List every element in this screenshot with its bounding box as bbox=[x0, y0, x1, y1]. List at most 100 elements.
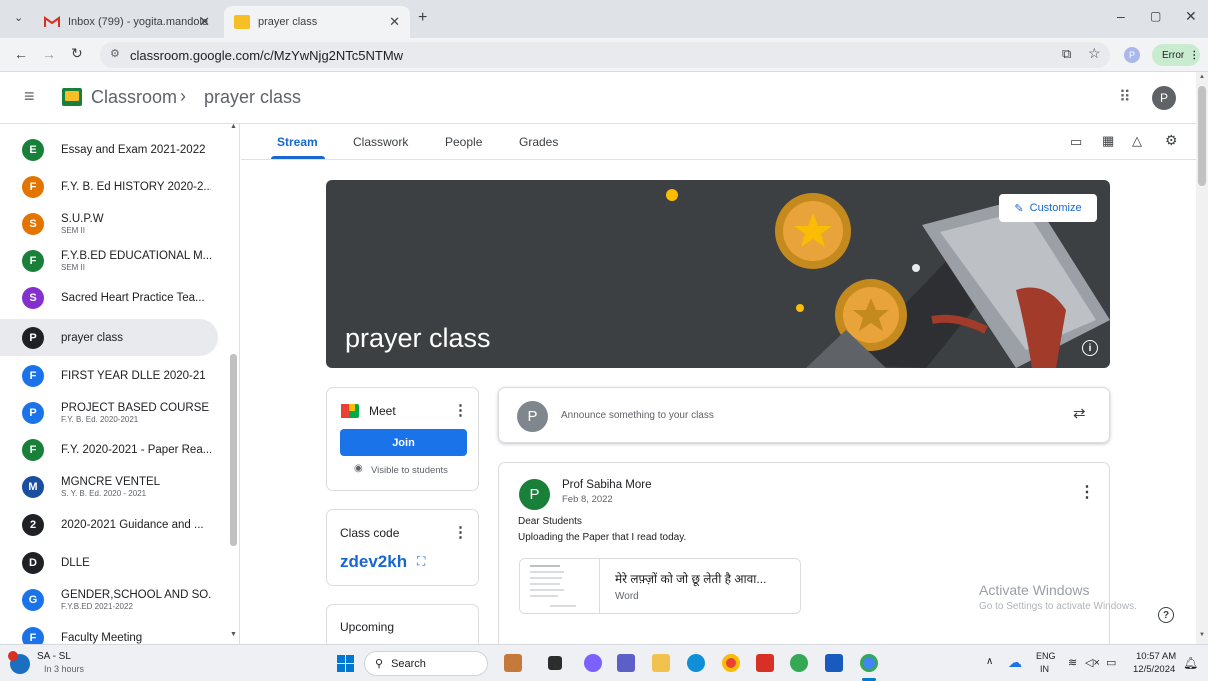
minimize-icon[interactable]: – bbox=[1117, 8, 1125, 24]
restore-icon[interactable]: ▢ bbox=[1150, 9, 1161, 23]
sidebar-item[interactable]: S Sacred Heart Practice Tea... bbox=[0, 279, 218, 316]
clock-time[interactable]: 10:57 AM bbox=[1136, 651, 1176, 662]
address-bar[interactable]: ⚙ classroom.google.com/c/MzYwNjg2NTc5NTM… bbox=[100, 42, 1110, 68]
sidebar-item-label: PROJECT BASED COURSE ... bbox=[61, 401, 211, 414]
wifi-icon[interactable]: ≋ bbox=[1068, 656, 1077, 669]
reload-icon[interactable]: ↻ bbox=[71, 45, 83, 62]
sidebar-item-text: Faculty Meeting bbox=[61, 632, 211, 644]
back-icon[interactable]: ← bbox=[14, 46, 28, 62]
windows-start-icon[interactable] bbox=[337, 655, 354, 672]
file-explorer-icon[interactable] bbox=[652, 654, 670, 672]
chrome-active-icon[interactable] bbox=[860, 654, 878, 672]
sidebar-item[interactable]: F F.Y. B. Ed HISTORY 2020-2... bbox=[0, 168, 218, 205]
browser-tab-strip: ⌄ Inbox (799) - yogita.mandole@ ✕ prayer… bbox=[0, 0, 1208, 38]
sidebar-item[interactable]: 2 2020-2021 Guidance and ... bbox=[0, 506, 218, 543]
class-code-more-icon[interactable]: ⋮ bbox=[453, 523, 468, 541]
weather-title[interactable]: SA - SL bbox=[37, 651, 71, 662]
sidebar-item[interactable]: M MGNCRE VENTEL S. Y. B. Ed. 2020 - 2021 bbox=[0, 468, 218, 505]
chrome-profile-icon[interactable] bbox=[790, 654, 808, 672]
bookmark-star-icon[interactable]: ☆ bbox=[1088, 45, 1101, 62]
word-icon[interactable] bbox=[825, 654, 843, 672]
language-top[interactable]: ENG bbox=[1036, 651, 1056, 661]
help-icon[interactable]: ? bbox=[1158, 607, 1174, 623]
notification-bell-icon[interactable]: 🔔︎ bbox=[1183, 656, 1198, 670]
class-settings-icon[interactable]: ⚙ bbox=[1165, 132, 1178, 149]
post-more-icon[interactable]: ⋮ bbox=[1079, 482, 1095, 502]
taskbar-search-box[interactable]: ⚲ Search bbox=[364, 651, 488, 676]
scroll-down-icon[interactable]: ▼ bbox=[230, 631, 237, 638]
tab-people[interactable]: People bbox=[445, 135, 482, 149]
gmail-icon bbox=[44, 16, 60, 27]
tab-grades[interactable]: Grades bbox=[519, 135, 558, 149]
browser-tab-prayer-class[interactable]: prayer class ✕ bbox=[224, 6, 410, 38]
tab-classwork[interactable]: Classwork bbox=[353, 135, 408, 149]
apps-grid-icon[interactable]: ⠿ bbox=[1119, 87, 1131, 107]
tab-stream[interactable]: Stream bbox=[277, 135, 318, 149]
calendar-icon[interactable]: ▦ bbox=[1102, 133, 1114, 149]
app-name[interactable]: Classroom bbox=[91, 87, 177, 108]
task-view-icon[interactable] bbox=[548, 656, 562, 670]
attachment-title: मेरे लफ़्ज़ों को जो छू लेती है आवा... bbox=[615, 572, 767, 586]
sidebar-scrollbar[interactable]: ▲ ▼ bbox=[229, 123, 238, 644]
customize-button[interactable]: ✎ Customize bbox=[999, 194, 1097, 222]
breadcrumb-class-name[interactable]: prayer class bbox=[204, 87, 301, 108]
stream-post-card: P Prof Sabiha More Feb 8, 2022 ⋮ Dear St… bbox=[498, 462, 1110, 650]
page-scrollbar[interactable]: ▲ ▼ bbox=[1196, 72, 1208, 644]
account-avatar[interactable]: P bbox=[1152, 86, 1176, 110]
browser-tab-gmail[interactable]: Inbox (799) - yogita.mandole@ ✕ bbox=[34, 6, 220, 38]
chrome-icon[interactable] bbox=[722, 654, 740, 672]
class-avatar: F bbox=[22, 626, 44, 644]
tray-overflow-icon[interactable]: ∧ bbox=[986, 656, 993, 667]
battery-icon[interactable]: ▭ bbox=[1106, 656, 1116, 669]
copilot-icon[interactable] bbox=[584, 654, 602, 672]
classroom-logo-icon[interactable] bbox=[62, 88, 82, 106]
cast-icon[interactable]: ⧉ bbox=[1062, 46, 1071, 62]
volume-icon[interactable]: ◁× bbox=[1085, 656, 1100, 669]
scroll-down-icon[interactable]: ▼ bbox=[1199, 632, 1205, 638]
close-icon[interactable]: ✕ bbox=[389, 14, 400, 30]
sidebar-item[interactable]: D DLLE bbox=[0, 544, 218, 581]
sidebar-item-text: F.Y.B.ED EDUCATIONAL M... SEM II bbox=[61, 250, 211, 272]
close-window-icon[interactable]: ✕ bbox=[1185, 8, 1197, 25]
announce-card[interactable]: P Announce something to your class ⇄ bbox=[498, 387, 1110, 443]
page-scroll-thumb[interactable] bbox=[1198, 86, 1206, 186]
main-menu-icon[interactable]: ≡ bbox=[24, 86, 35, 107]
tray-app-icon[interactable]: ☁ bbox=[1008, 654, 1022, 671]
scroll-thumb[interactable] bbox=[230, 354, 237, 546]
new-tab-icon[interactable]: + bbox=[418, 9, 427, 27]
sidebar-item[interactable]: Pprayer class bbox=[0, 319, 218, 356]
drive-folder-icon[interactable]: △ bbox=[1132, 133, 1142, 149]
tab-search-icon[interactable]: ⌄ bbox=[14, 11, 23, 24]
close-icon[interactable]: ✕ bbox=[199, 14, 210, 30]
info-icon[interactable]: i bbox=[1082, 340, 1098, 356]
forward-icon[interactable]: → bbox=[42, 46, 56, 62]
teams-icon[interactable] bbox=[617, 654, 635, 672]
sidebar-item[interactable]: F F.Y.B.ED EDUCATIONAL M... SEM II bbox=[0, 242, 218, 279]
join-button[interactable]: Join bbox=[340, 429, 467, 456]
meet-card: Meet ⋮ Join ◉ Visible to students bbox=[326, 387, 479, 491]
error-button[interactable]: Error ⋮ bbox=[1152, 44, 1200, 66]
widget-icon[interactable] bbox=[504, 654, 522, 672]
video-meet-icon[interactable]: ▭ bbox=[1070, 134, 1082, 150]
sidebar-item[interactable]: F F.Y. 2020-2021 - Paper Rea... bbox=[0, 431, 218, 468]
sidebar-item[interactable]: S S.U.P.W SEM II bbox=[0, 205, 218, 242]
attachment-card[interactable]: मेरे लफ़्ज़ों को जो छू लेती है आवा... Wo… bbox=[519, 558, 801, 614]
search-label: Search bbox=[391, 657, 426, 670]
browser-profile-avatar[interactable]: P bbox=[1124, 47, 1140, 63]
meet-more-icon[interactable]: ⋮ bbox=[453, 401, 468, 419]
sidebar-item[interactable]: P PROJECT BASED COURSE ... F.Y. B. Ed. 202… bbox=[0, 394, 218, 431]
acrobat-icon[interactable] bbox=[756, 654, 774, 672]
weather-icon[interactable] bbox=[8, 651, 30, 674]
scroll-up-icon[interactable]: ▲ bbox=[230, 123, 237, 130]
sidebar-item[interactable]: F FIRST YEAR DLLE 2020-21 bbox=[0, 357, 218, 394]
sidebar-item-text: prayer class bbox=[61, 332, 211, 344]
fullscreen-icon[interactable]: ⛶ bbox=[417, 554, 425, 569]
sidebar-item[interactable]: E Essay and Exam 2021-2022 bbox=[0, 131, 218, 168]
edge-icon[interactable] bbox=[687, 654, 705, 672]
sidebar-item[interactable]: G GENDER,SCHOOL AND SO... F.Y.B.ED 2021-20… bbox=[0, 581, 218, 618]
sidebar-item[interactable]: F Faculty Meeting bbox=[0, 619, 218, 644]
site-info-icon[interactable]: ⚙ bbox=[110, 47, 120, 60]
repost-icon[interactable]: ⇄ bbox=[1073, 404, 1086, 422]
announce-prompt[interactable]: Announce something to your class bbox=[561, 410, 714, 421]
scroll-up-icon[interactable]: ▲ bbox=[1199, 74, 1205, 80]
